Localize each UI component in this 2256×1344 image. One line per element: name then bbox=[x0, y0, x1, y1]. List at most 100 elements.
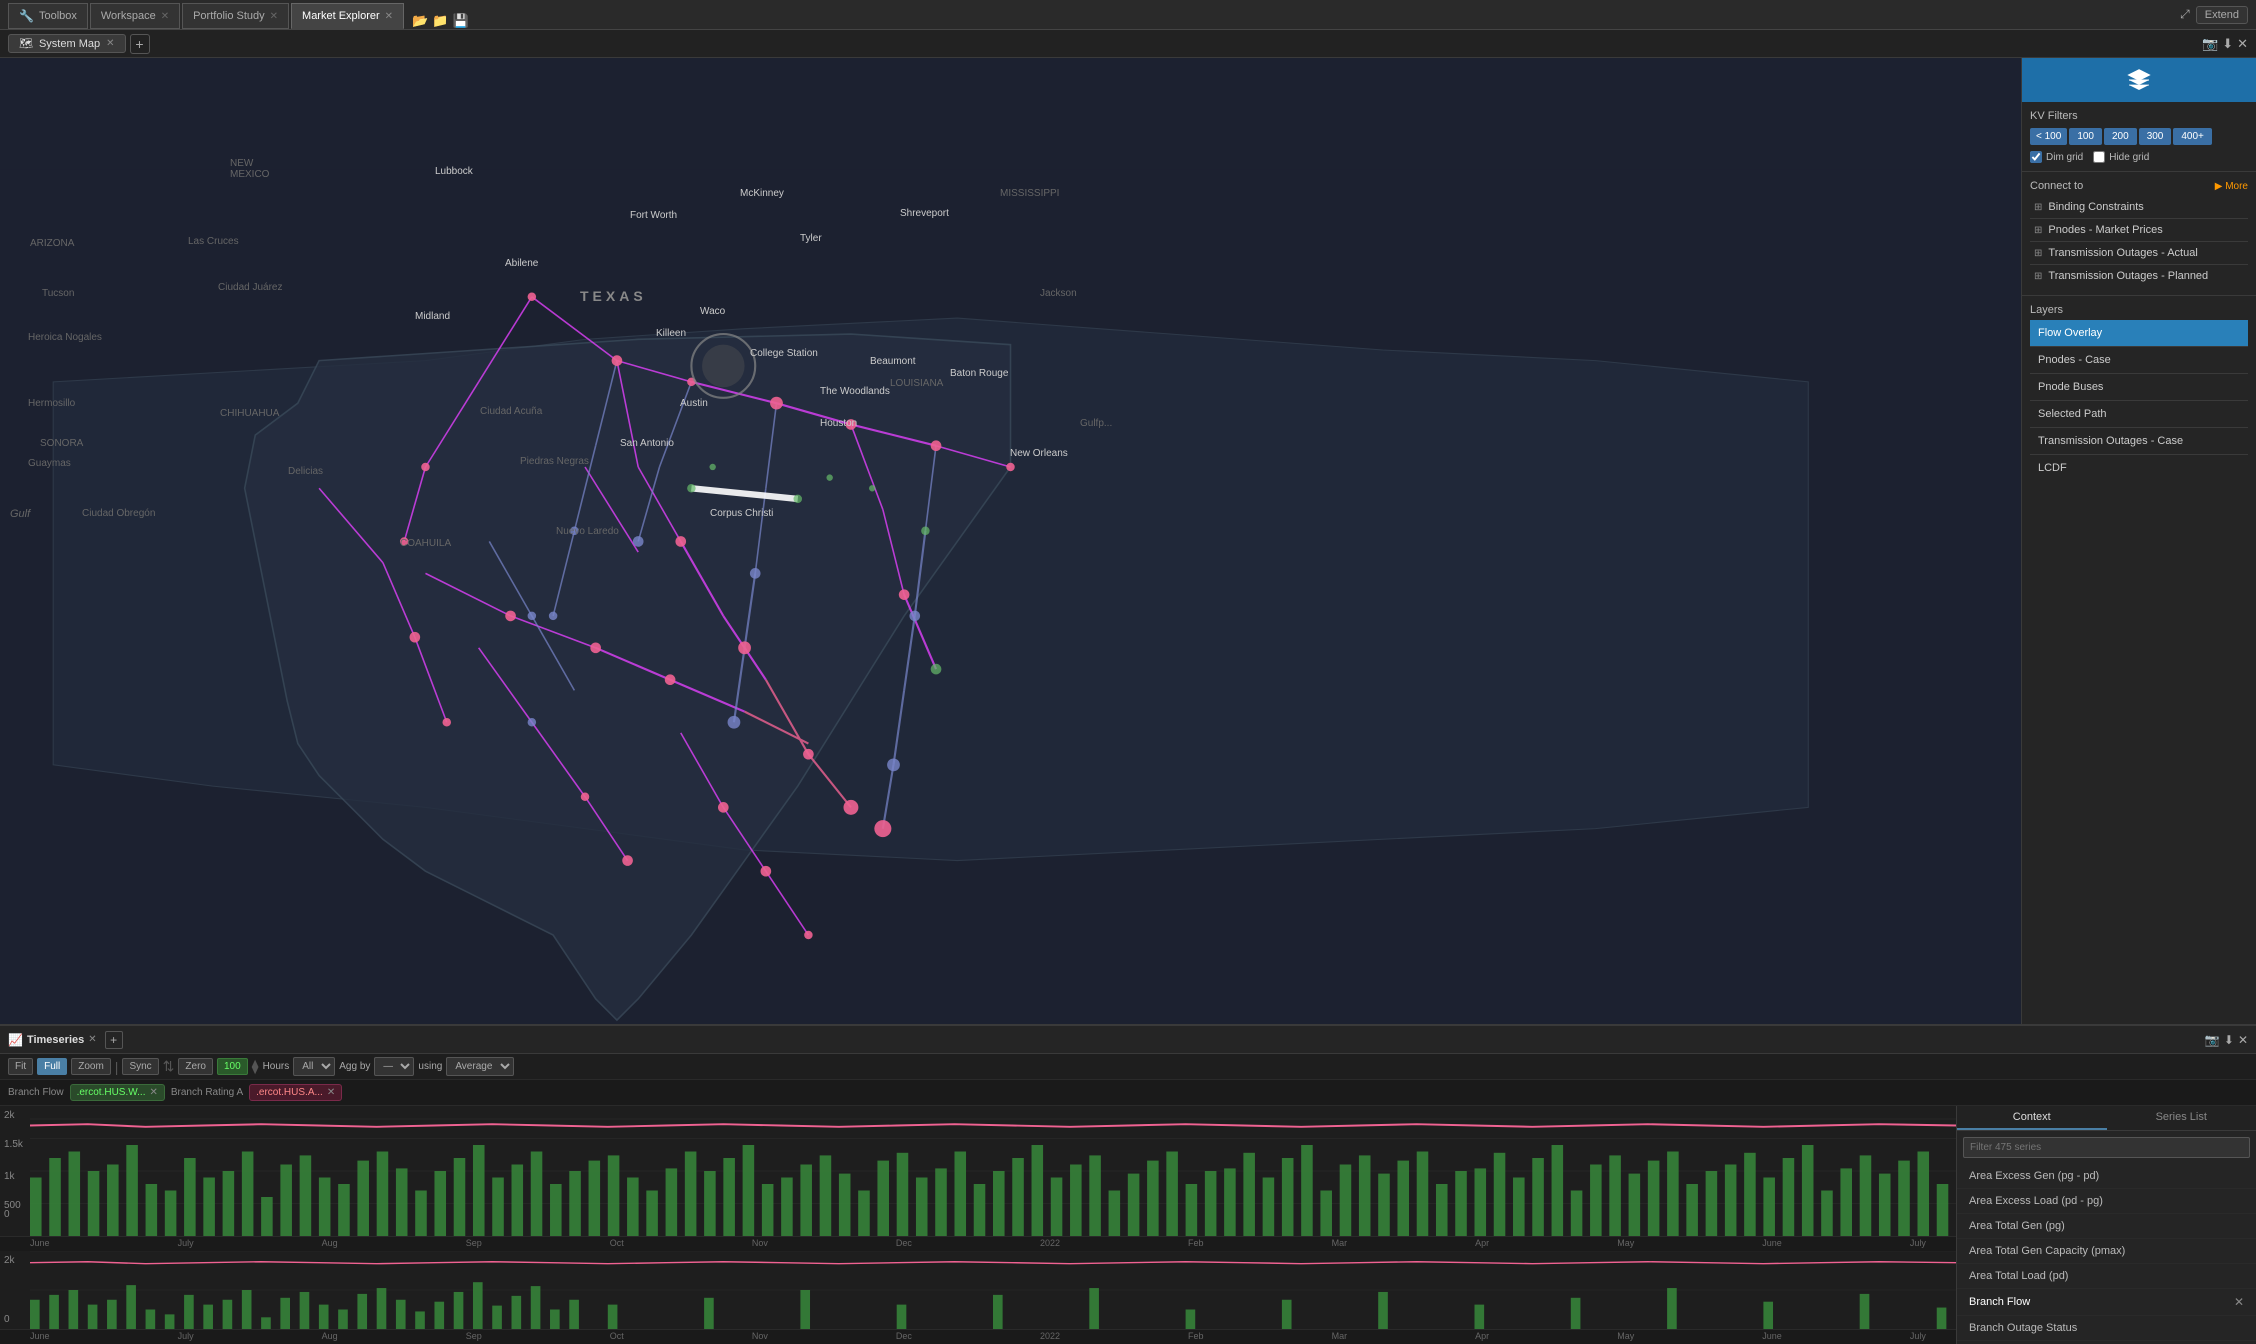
list-item-area-total-gen[interactable]: Area Total Gen (pg) bbox=[1957, 1214, 2256, 1239]
folder-icon[interactable]: 📁 bbox=[432, 13, 448, 29]
area-excess-load-label: Area Excess Load (pd - pg) bbox=[1969, 1195, 2103, 1207]
more-btn[interactable]: ▶ More bbox=[2215, 181, 2248, 192]
ts-all-select[interactable]: All bbox=[293, 1057, 335, 1076]
binding-icon: ⊞ bbox=[2034, 202, 2042, 213]
tx-actual-label: Transmission Outages - Actual bbox=[2048, 247, 2197, 259]
list-item-branch-flow[interactable]: Branch Flow ✕ bbox=[1957, 1289, 2256, 1316]
market-explorer-close[interactable]: ✕ bbox=[385, 11, 393, 22]
tab-market-explorer[interactable]: Market Explorer ✕ bbox=[291, 3, 404, 29]
kv-filters-section: KV Filters < 100 100 200 300 400+ Dim gr… bbox=[2022, 102, 2256, 172]
layers-title: Layers bbox=[2030, 304, 2248, 316]
ts-chart-icon: 📈 bbox=[8, 1033, 23, 1047]
ts-camera-icon[interactable]: 📷 bbox=[2205, 1033, 2220, 1047]
portfolio-close[interactable]: ✕ bbox=[270, 11, 278, 22]
ts-sync-btn[interactable]: Sync bbox=[122, 1058, 158, 1075]
chart2-svg bbox=[30, 1251, 1956, 1329]
window-close-icon[interactable]: ✕ bbox=[2237, 36, 2248, 52]
chart2-y-label-2k: 2k bbox=[4, 1255, 15, 1266]
ts-full-btn[interactable]: Full bbox=[37, 1058, 67, 1075]
system-map-icon: 🗺 bbox=[19, 37, 33, 50]
connect-item-transmission-planned[interactable]: ⊞ Transmission Outages - Planned bbox=[2030, 265, 2248, 287]
dim-grid-checkbox[interactable] bbox=[2030, 151, 2042, 163]
ts-series-bar: Branch Flow .ercot.HUS.W... ✕ Branch Rat… bbox=[0, 1080, 2256, 1106]
area-excess-gen-label: Area Excess Gen (pg - pd) bbox=[1969, 1170, 2099, 1182]
list-item-area-excess-load[interactable]: Area Excess Load (pd - pg) bbox=[1957, 1189, 2256, 1214]
ts-controls-bar: Fit Full Zoom | Sync ⇅ Zero 100 ⧫ Hours … bbox=[0, 1054, 2256, 1080]
ts-search-input[interactable] bbox=[1963, 1137, 2250, 1158]
pnodes-label: Pnodes - Market Prices bbox=[2048, 224, 2162, 236]
branch-flow-tag[interactable]: .ercot.HUS.W... ✕ bbox=[70, 1084, 165, 1101]
ts-agg-select[interactable]: — bbox=[374, 1057, 414, 1076]
tab-portfolio[interactable]: Portfolio Study ✕ bbox=[182, 3, 289, 29]
folder-open-icon[interactable]: 📂 bbox=[412, 13, 428, 29]
kv-btn-400[interactable]: 400+ bbox=[2173, 128, 2212, 145]
connect-item-transmission-actual[interactable]: ⊞ Transmission Outages - Actual bbox=[2030, 242, 2248, 265]
kv-btn-100[interactable]: 100 bbox=[2069, 128, 2102, 145]
ts-download-icon[interactable]: ⬇ bbox=[2224, 1033, 2234, 1047]
system-map-close[interactable]: ✕ bbox=[106, 38, 114, 49]
branch-rating-tag[interactable]: .ercot.HUS.A... ✕ bbox=[249, 1084, 342, 1101]
workspace-close[interactable]: ✕ bbox=[161, 11, 169, 22]
chart2-xaxis: June July Aug Sep Oct Nov Dec 2022 Feb M… bbox=[0, 1330, 1956, 1344]
layer-icon-header bbox=[2022, 58, 2256, 102]
ts-title: Timeseries bbox=[27, 1034, 84, 1046]
layer-item-pnode-buses[interactable]: Pnode Buses bbox=[2030, 374, 2248, 401]
ts-panel-close-icon[interactable]: ✕ bbox=[2238, 1033, 2248, 1047]
chart1-y-label-1k: 1k bbox=[4, 1171, 15, 1182]
layer-item-tx-outages-case[interactable]: Transmission Outages - Case bbox=[2030, 428, 2248, 455]
tab-toolbox[interactable]: 🔧 Toolbox bbox=[8, 3, 88, 29]
ts-hours-label: Hours bbox=[263, 1061, 290, 1072]
area-total-load-label: Area Total Load (pd) bbox=[1969, 1270, 2068, 1282]
connect-item-pnodes[interactable]: ⊞ Pnodes - Market Prices bbox=[2030, 219, 2248, 242]
system-map-label: System Map bbox=[39, 38, 100, 50]
chart1-x-may: May bbox=[1617, 1238, 1634, 1250]
hide-grid-checkbox[interactable] bbox=[2093, 151, 2105, 163]
ts-average-select[interactable]: Average bbox=[446, 1057, 514, 1076]
chart1-x-aug: Aug bbox=[322, 1238, 338, 1250]
dim-grid-label[interactable]: Dim grid bbox=[2030, 151, 2083, 163]
chart2-x-nov: Nov bbox=[752, 1331, 768, 1343]
layer-item-lcdf[interactable]: LCDF bbox=[2030, 455, 2248, 481]
save-icon[interactable]: 💾 bbox=[452, 13, 468, 29]
tab-workspace[interactable]: Workspace ✕ bbox=[90, 3, 180, 29]
ts-zero-btn[interactable]: Zero bbox=[178, 1058, 213, 1075]
chart1-y-label: 2k bbox=[4, 1110, 15, 1121]
ts-add-btn[interactable]: + bbox=[105, 1031, 123, 1049]
kv-checkboxes: Dim grid Hide grid bbox=[2030, 151, 2248, 163]
kv-btn-300[interactable]: 300 bbox=[2139, 128, 2172, 145]
connect-item-binding[interactable]: ⊞ Binding Constraints bbox=[2030, 196, 2248, 219]
system-map-tab[interactable]: 🗺 System Map ✕ bbox=[8, 34, 126, 53]
branch-flow-remove-btn[interactable]: ✕ bbox=[2234, 1295, 2244, 1309]
ts-title-close[interactable]: ✕ bbox=[88, 1034, 96, 1045]
hide-grid-label[interactable]: Hide grid bbox=[2093, 151, 2149, 163]
market-explorer-label: Market Explorer bbox=[302, 10, 380, 22]
list-item-area-total-gen-cap[interactable]: Area Total Gen Capacity (pmax) bbox=[1957, 1239, 2256, 1264]
tab-context[interactable]: Context bbox=[1957, 1106, 2107, 1130]
chart1-x-oct: Oct bbox=[610, 1238, 624, 1250]
tab-series-list[interactable]: Series List bbox=[2107, 1106, 2256, 1130]
ts-fit-btn[interactable]: Fit bbox=[8, 1058, 33, 1075]
branch-rating-tag-close[interactable]: ✕ bbox=[327, 1087, 335, 1098]
download-icon[interactable]: ⬇ bbox=[2222, 36, 2233, 52]
branch-flow-tag-close[interactable]: ✕ bbox=[149, 1087, 157, 1098]
extend-label[interactable]: Extend bbox=[2196, 6, 2248, 24]
layer-item-pnodes-case[interactable]: Pnodes - Case bbox=[2030, 347, 2248, 374]
list-item-branch-outage[interactable]: Branch Outage Status bbox=[1957, 1316, 2256, 1341]
camera-icon[interactable]: 📷 bbox=[2202, 36, 2218, 52]
chart2-container: 2k 0 bbox=[0, 1251, 1956, 1330]
list-item-area-excess-gen[interactable]: Area Excess Gen (pg - pd) bbox=[1957, 1164, 2256, 1189]
chart1-x-june: June bbox=[30, 1238, 50, 1250]
kv-btn-200[interactable]: 200 bbox=[2104, 128, 2137, 145]
chart1-x-nov: Nov bbox=[752, 1238, 768, 1250]
layer-item-selected-path[interactable]: Selected Path bbox=[2030, 401, 2248, 428]
list-item-area-total-load[interactable]: Area Total Load (pd) bbox=[1957, 1264, 2256, 1289]
layer-item-flow-overlay[interactable]: Flow Overlay bbox=[2030, 320, 2248, 347]
tx-planned-icon: ⊞ bbox=[2034, 271, 2042, 282]
tx-planned-label: Transmission Outages - Planned bbox=[2048, 270, 2208, 282]
ts-zoom-btn[interactable]: Zoom bbox=[71, 1058, 111, 1075]
chart2-x-oct: Oct bbox=[610, 1331, 624, 1343]
ts-100-btn[interactable]: 100 bbox=[217, 1058, 248, 1075]
kv-btn-lt100[interactable]: < 100 bbox=[2030, 128, 2067, 145]
chart1-svg bbox=[30, 1106, 1956, 1236]
add-tab-btn[interactable]: + bbox=[130, 34, 150, 54]
